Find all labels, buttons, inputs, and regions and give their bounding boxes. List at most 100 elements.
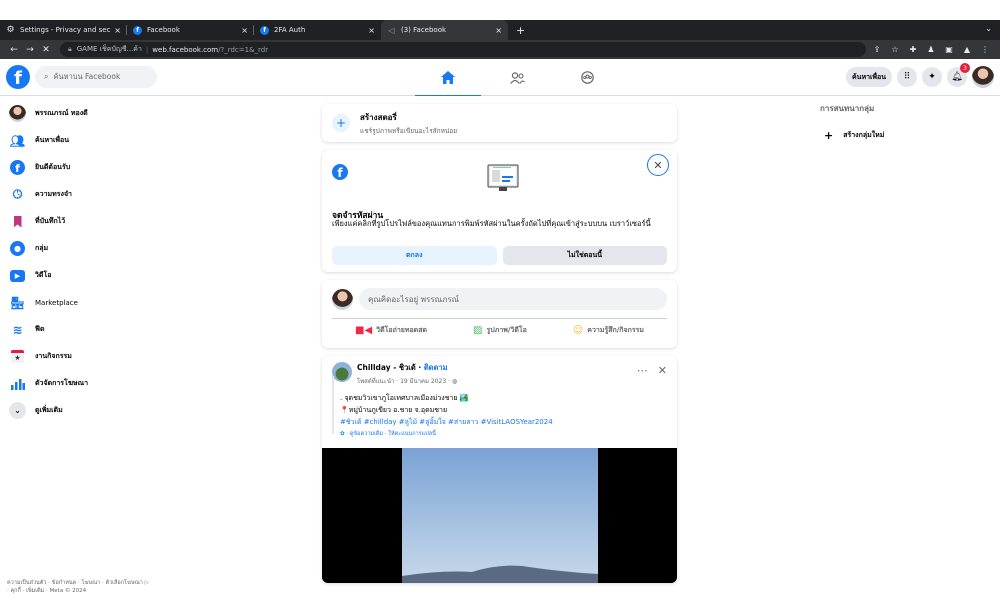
menu-button[interactable]: ⠿: [897, 67, 917, 87]
feeling-label: ความรู้สึก/กิจกรรม: [587, 326, 644, 334]
sidebar-item-saved[interactable]: ที่บันทึกไว้: [0, 208, 220, 235]
live-video-label: วิดีโอถ่ายทอดสด: [376, 326, 428, 334]
share-icon[interactable]: ⇪: [872, 45, 882, 54]
site-label: GAME เช็คบัญชี...ค้า: [76, 45, 142, 53]
marketplace-icon: 🏪︎: [9, 295, 26, 310]
post-image[interactable]: [322, 448, 677, 583]
close-icon[interactable]: ✕: [38, 45, 54, 55]
account-avatar[interactable]: [972, 66, 994, 88]
sidebar-item-ads-manager[interactable]: ตัวจัดการโฆษณา: [0, 370, 220, 397]
close-icon: ✕: [653, 158, 663, 172]
tab-label: Facebook: [147, 26, 180, 34]
post-composer: คุณคิดอะไรอยู่ พรรณภรณ์ ■◀ วิดีโอถ่ายทอด…: [322, 280, 677, 348]
sidebar-item-see-more[interactable]: ⌄ ดูเพิ่มเติม: [0, 397, 220, 424]
browser-tab-active[interactable]: ◁ (3) Facebook ×: [381, 20, 508, 40]
search-input[interactable]: ⌕ ค้นหาบน Facebook: [35, 66, 157, 88]
page-avatar[interactable]: [332, 362, 352, 382]
create-group-label: สร้างกลุ่มใหม่: [843, 131, 885, 139]
sidebar-item-label: ที่บันทึกไว้: [35, 217, 66, 225]
sidebar-item-label: กลุ่ม: [35, 244, 49, 252]
footer-line[interactable]: · คุกกี้ · เพิ่มเติม · Meta © 2024: [7, 587, 207, 595]
sidebar-item-feeds[interactable]: ≋ ฟีด: [0, 316, 220, 343]
home-tab[interactable]: [413, 59, 483, 97]
sidebar-item-friends[interactable]: 👥︎ ค้นหาเพื่อน: [0, 127, 220, 154]
browser-tab-facebook[interactable]: f Facebook ×: [127, 20, 254, 40]
star-icon[interactable]: ☆: [890, 45, 900, 54]
top-margin: [0, 0, 1000, 20]
post-hashtags[interactable]: #ชิวเด้ #chillday #ลูไม้ #ลูอิ้มใจ #ส่าย…: [340, 416, 667, 428]
browser-tab-settings[interactable]: ⚙ Settings - Privacy and securit ×: [0, 20, 127, 40]
groups-tab[interactable]: [553, 59, 623, 96]
sidebar-item-welcome[interactable]: f ยินดีต้อนรับ: [0, 154, 220, 181]
sidebar-item-events[interactable]: ★ งานกิจกรรม: [0, 343, 220, 370]
sidebar-item-label: ยินดีต้อนรับ: [35, 163, 71, 171]
composer-input[interactable]: คุณคิดอะไรอยู่ พรรณภรณ์: [359, 288, 667, 310]
avatar[interactable]: [332, 288, 353, 310]
sidebar-item-marketplace[interactable]: 🏪︎ Marketplace: [0, 289, 220, 316]
photo-video-label: รูปภาพ/วิดีโอ: [486, 326, 527, 334]
plus-icon: +: [332, 114, 350, 132]
post-text: . จุดชมวิวเขาภูโอเทศบาลเมืองม่วงชาย 🏞️ 📍…: [322, 386, 677, 440]
close-icon[interactable]: ✕: [658, 364, 667, 377]
sidebar-item-video[interactable]: ▶ วิดีโอ: [0, 262, 220, 289]
close-icon[interactable]: ×: [495, 26, 502, 35]
translation-links[interactable]: ✿ · ดูข้อความเดิม · ให้คะแนนการแปลนี้: [340, 428, 667, 440]
menu-icon[interactable]: ⋮: [980, 45, 990, 54]
post-author[interactable]: Chillday - ชิวเด้: [357, 363, 416, 372]
feed: + สร้างสตอรี่ แชร์รูปภาพหรือเขียนอะไรสัก…: [322, 104, 677, 591]
bell-icon: 🔔︎: [951, 72, 963, 82]
tab-label: 2FA Auth: [274, 26, 306, 34]
facebook-icon: f: [9, 159, 26, 176]
live-video-button[interactable]: ■◀ วิดีโอถ่ายทอดสด: [355, 325, 427, 336]
feeling-button[interactable]: ☺ ความรู้สึก/กิจกรรม: [573, 325, 644, 336]
tab-search-icon[interactable]: ⌄: [985, 24, 992, 33]
close-button[interactable]: ✕: [647, 154, 669, 176]
back-arrow-icon[interactable]: ←: [6, 45, 22, 55]
sidebar-item-label: ตัวจัดการโฆษณา: [35, 379, 89, 387]
create-story-card[interactable]: + สร้างสตอรี่ แชร์รูปภาพหรือเขียนอะไรสัก…: [322, 104, 677, 142]
browser-tab-2fa[interactable]: f 2FA Auth ×: [254, 20, 381, 40]
footer-line[interactable]: ความเป็นส่วนตัว · ข้อกำหนด · โฆษณา · ตัว…: [7, 579, 207, 587]
search-placeholder: ค้นหาบน Facebook: [53, 72, 121, 81]
find-friends-button[interactable]: ค้นหาเพื่อน: [845, 67, 892, 87]
ok-button[interactable]: ตกลง: [332, 246, 497, 265]
more-options-icon[interactable]: ⋯: [637, 364, 648, 377]
sidebar-item-profile[interactable]: พรรณภรณ์ ทองดี: [0, 100, 220, 127]
url-input[interactable]: 🔒︎ GAME เช็คบัญชี...ค้า | web.facebook.c…: [60, 42, 866, 57]
avatar: [9, 105, 26, 122]
facebook-logo-icon[interactable]: f: [6, 65, 30, 89]
landscape-photo: [402, 448, 598, 583]
sound-icon: ◁: [388, 25, 395, 35]
extension-icon[interactable]: ✚: [908, 45, 918, 54]
plus-icon: +: [824, 129, 834, 142]
account-icon[interactable]: ▲: [962, 45, 972, 54]
feeds-icon: ≋: [12, 322, 23, 337]
facebook-icon: f: [133, 25, 142, 35]
notifications-button[interactable]: 🔔︎ 3: [947, 63, 970, 87]
photo-icon: ▨: [473, 325, 483, 336]
close-icon[interactable]: ×: [241, 26, 248, 35]
divider: [332, 318, 667, 319]
quote-bar: [332, 376, 334, 434]
sidebar-item-memories[interactable]: 🕓︎ ความทรงจำ: [0, 181, 220, 208]
photo-video-button[interactable]: ▨ รูปภาพ/วิดีโอ: [473, 325, 527, 336]
close-icon[interactable]: ×: [368, 26, 375, 35]
url-path: /?_rdc=1&_rdr: [218, 45, 269, 54]
main-content: พรรณภรณ์ ทองดี 👥︎ ค้นหาเพื่อน f ยินดีต้อ…: [0, 96, 1000, 600]
right-sidebar: การสนทนากลุ่ม + สร้างกลุ่มใหม่: [820, 102, 990, 142]
bookmark-icon: [9, 213, 26, 230]
not-now-button[interactable]: ไม่ใช่ตอนนี้: [502, 246, 667, 265]
forward-arrow-icon[interactable]: →: [22, 45, 38, 55]
close-icon[interactable]: ×: [114, 26, 121, 35]
divider: |: [145, 45, 149, 54]
create-group-button[interactable]: + สร้างกลุ่มใหม่: [820, 129, 990, 142]
sidebar-item-label: ความทรงจำ: [35, 190, 72, 198]
follow-link[interactable]: ติดตาม: [424, 363, 448, 372]
smiley-icon: ☺: [572, 325, 584, 336]
friends-tab[interactable]: [483, 59, 553, 96]
new-tab-button[interactable]: +: [508, 20, 533, 40]
messenger-button[interactable]: ✦: [922, 67, 942, 87]
sidebar-item-groups[interactable]: ● กลุ่ม: [0, 235, 220, 262]
profile-icon[interactable]: ♟: [926, 45, 936, 54]
sidepanel-icon[interactable]: ▣: [944, 45, 954, 54]
